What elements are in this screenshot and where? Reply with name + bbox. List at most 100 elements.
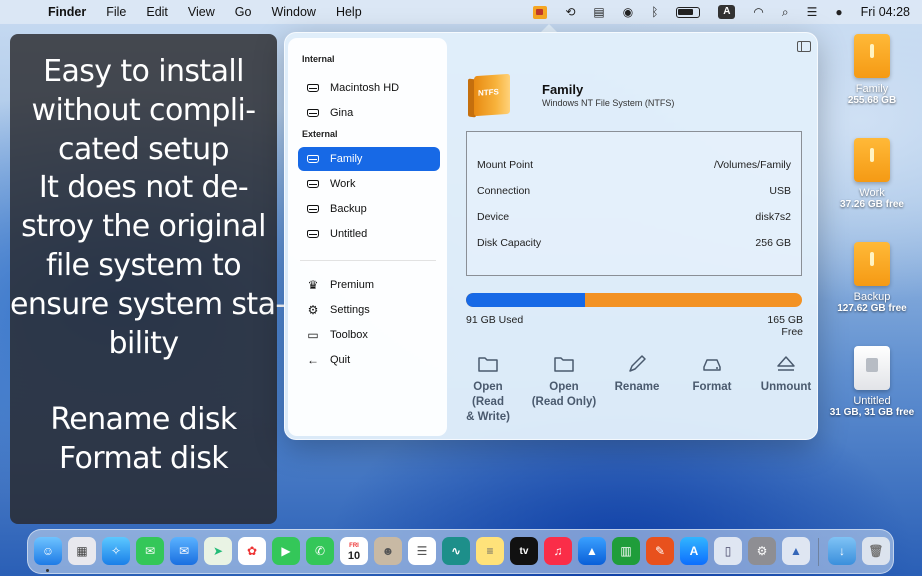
sidebar-item-toolbox[interactable]: ▭ Toolbox: [298, 323, 440, 347]
contacts-icon[interactable]: ☻: [374, 537, 402, 565]
pages-icon[interactable]: ✎: [646, 537, 674, 565]
ntfs-drive-icon: NTFS: [468, 73, 510, 118]
action-label: Unmount: [760, 381, 812, 393]
desktop-drive-name: Family: [855, 83, 889, 95]
sidebar: Internal Macintosh HD Gina External Fami…: [288, 38, 447, 436]
desktop-drive-family[interactable]: Family 255.68 GB: [827, 34, 917, 106]
ntfs-tool-icon[interactable]: ▲: [782, 537, 810, 565]
sidebar-item-label: Quit: [330, 354, 351, 366]
music-icon[interactable]: ♫: [544, 537, 572, 565]
menu-window[interactable]: Window: [271, 5, 315, 19]
pencil-icon: [607, 353, 667, 375]
format-button[interactable]: Format: [682, 353, 742, 395]
clock[interactable]: Fri 04:28: [861, 5, 910, 19]
disk-usage-bar: [466, 293, 802, 307]
messages-icon[interactable]: ✉: [136, 537, 164, 565]
sidebar-item-label: Backup: [330, 203, 367, 215]
sidebar-toggle-icon[interactable]: [797, 41, 811, 52]
sidebar-item-label: Toolbox: [330, 329, 368, 341]
notes-icon[interactable]: ≡: [476, 537, 504, 565]
sidebar-item-gina[interactable]: Gina: [298, 101, 440, 125]
sidebar-item-label: Family: [330, 153, 363, 165]
system-settings-icon[interactable]: ⚙: [748, 537, 776, 565]
menu-finder[interactable]: Finder: [48, 5, 86, 19]
disk-title: Family: [542, 82, 584, 97]
facetime-icon[interactable]: ▶: [272, 537, 300, 565]
sidebar-item-backup[interactable]: Backup: [298, 197, 440, 221]
promo-line: Easy to install: [43, 54, 244, 89]
menu-edit[interactable]: Edit: [146, 5, 168, 19]
phone-icon[interactable]: ✆: [306, 537, 334, 565]
siri-icon[interactable]: ●: [835, 5, 842, 19]
desktop-drive-size: 127.62 GB free: [837, 303, 907, 314]
launchpad-icon[interactable]: ▦: [68, 537, 96, 565]
sidebar-item-macintosh-hd[interactable]: Macintosh HD: [298, 76, 440, 100]
numbers-icon[interactable]: ▥: [612, 537, 640, 565]
preview-icon[interactable]: ▯: [714, 537, 742, 565]
action-label: Open (Read & Write): [466, 381, 510, 423]
drive-icon: [682, 353, 742, 375]
maps-icon[interactable]: ➤: [204, 537, 232, 565]
info-key: Mount Point: [477, 159, 534, 171]
wifi-icon[interactable]: ◠: [753, 5, 763, 19]
folder-icon: [531, 353, 597, 375]
sidebar-item-label: Macintosh HD: [330, 82, 400, 94]
sidebar-item-premium[interactable]: ♛ Premium: [298, 273, 440, 297]
crown-icon: ♛: [307, 278, 319, 292]
drive-icon: [854, 346, 890, 390]
disk-usage-used: [466, 293, 586, 307]
promo-line: stroy the original: [21, 209, 266, 245]
battery-icon[interactable]: [676, 6, 701, 18]
tv-icon[interactable]: tv: [510, 537, 538, 565]
bluetooth-icon[interactable]: ᛒ: [651, 5, 658, 19]
photos-icon[interactable]: ✿: [238, 537, 266, 565]
mail-icon[interactable]: ✉: [170, 537, 198, 565]
open-read-write-button[interactable]: Open (Read & Write): [458, 353, 518, 425]
search-icon[interactable]: ⌕: [782, 5, 789, 20]
info-row-capacity: Disk Capacity 256 GB: [477, 237, 791, 251]
promo-line: ensure system sta-: [10, 286, 286, 322]
desktop-drive-untitled[interactable]: Untitled 31 GB, 31 GB free: [827, 346, 917, 418]
reminders-icon[interactable]: ☰: [408, 537, 436, 565]
sidebar-item-quit[interactable]: ← Quit: [298, 348, 440, 372]
trash-icon[interactable]: 🗑: [862, 537, 890, 565]
keyboard-icon[interactable]: ▤: [593, 5, 604, 19]
rename-button[interactable]: Rename: [607, 353, 667, 395]
menu-file[interactable]: File: [106, 5, 126, 19]
control-center-icon[interactable]: ☰: [807, 5, 818, 19]
info-row-device: Device disk7s2: [477, 211, 791, 225]
open-read-only-button[interactable]: Open (Read Only): [531, 353, 597, 410]
menu-go[interactable]: Go: [235, 5, 252, 19]
promo-line: Format disk: [58, 441, 229, 477]
downloads-folder-icon[interactable]: ↓: [828, 537, 856, 565]
eject-icon: [756, 353, 816, 375]
desktop-drive-work[interactable]: Work 37.26 GB free: [827, 138, 917, 210]
drive-icon: [306, 154, 320, 164]
promo-line: without compli-: [31, 92, 257, 128]
calendar-icon[interactable]: FRI 10: [340, 537, 368, 565]
info-row-connection: Connection USB: [477, 185, 791, 199]
promo-line: Rename disk: [50, 402, 237, 438]
menu-help[interactable]: Help: [336, 5, 362, 19]
sidebar-item-work[interactable]: Work: [298, 172, 440, 196]
input-source-icon[interactable]: A: [718, 5, 736, 19]
info-value: 256 GB: [755, 237, 791, 249]
sidebar-item-untitled[interactable]: Untitled: [298, 222, 440, 246]
sidebar-item-settings[interactable]: ⚙ Settings: [298, 298, 440, 322]
keynote-icon[interactable]: ▲: [578, 537, 606, 565]
unmount-button[interactable]: Unmount: [756, 353, 816, 395]
freeform-icon[interactable]: ∿: [442, 537, 470, 565]
info-value: USB: [769, 185, 791, 197]
menu-view[interactable]: View: [188, 5, 215, 19]
finder-icon[interactable]: ☺: [34, 537, 62, 565]
app-store-icon[interactable]: A: [680, 537, 708, 565]
ntfs-app-icon[interactable]: [533, 5, 548, 19]
sidebar-item-family[interactable]: Family: [298, 147, 440, 171]
safari-icon[interactable]: ✧: [102, 537, 130, 565]
user-icon[interactable]: ◉: [623, 5, 633, 19]
status-area: ⟲ ▤ ◉ ᛒ A ◠ ⌕ ☰ ● Fri 04:28: [533, 0, 910, 24]
desktop-drive-backup[interactable]: Backup 127.62 GB free: [827, 242, 917, 314]
sidebar-item-label: Premium: [330, 279, 375, 291]
time-machine-icon[interactable]: ⟲: [565, 5, 575, 19]
desktop-drive-size: 255.68 GB: [847, 95, 897, 106]
